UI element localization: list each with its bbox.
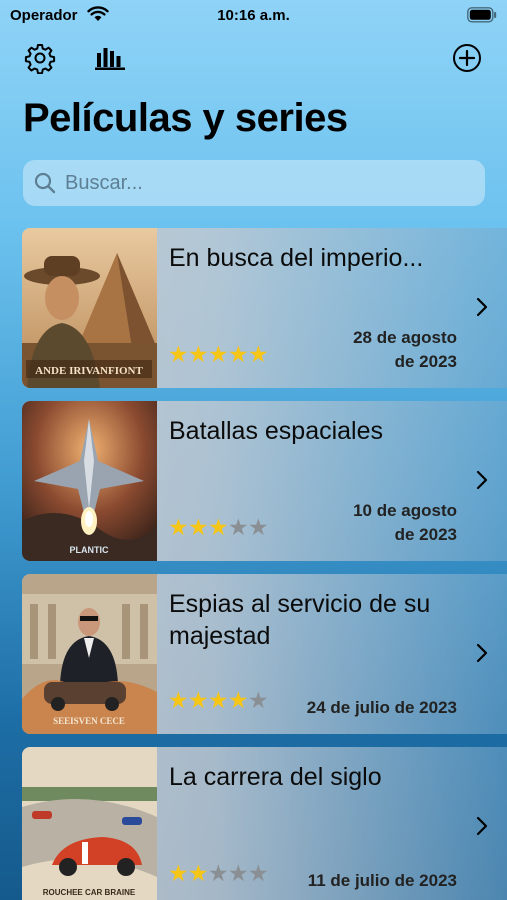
poster-image: ANDE IRIVANFIONT — [22, 228, 157, 388]
star-filled-icon: ★ — [208, 514, 229, 540]
settings-button[interactable] — [22, 40, 58, 76]
star-empty-icon: ★ — [208, 860, 229, 886]
list-item[interactable]: SEEISVEN CECE Espias al servicio de su m… — [22, 574, 507, 734]
star-filled-icon: ★ — [168, 341, 189, 367]
item-date-line: 28 de agosto — [353, 328, 457, 347]
battery-icon — [467, 7, 497, 28]
star-empty-icon: ★ — [228, 514, 249, 540]
poster-title: SEEISVEN CECE — [53, 716, 125, 726]
item-date-line: de 2023 — [394, 525, 457, 544]
star-rating: ★ ★ ★ ★ ★ — [168, 514, 269, 540]
star-rating: ★ ★ ★ ★ ★ — [168, 341, 269, 367]
item-date-line: 10 de agosto — [353, 501, 457, 520]
poster-image: ROUCHEE CAR BRAINE — [22, 747, 157, 900]
poster-title: ROUCHEE CAR BRAINE — [43, 888, 136, 897]
item-title: Espias al servicio de su majestad — [169, 590, 431, 650]
star-empty-icon: ★ — [228, 860, 249, 886]
star-empty-icon: ★ — [248, 860, 269, 886]
star-filled-icon: ★ — [188, 341, 209, 367]
star-filled-icon: ★ — [228, 687, 249, 713]
item-date-line: 11 de julio de 2023 — [307, 871, 457, 890]
plus-circle-icon — [453, 44, 481, 72]
star-rating: ★ ★ ★ ★ ★ — [168, 860, 269, 886]
search-icon — [34, 172, 56, 194]
poster-image: PLANTIC — [22, 401, 157, 561]
item-title: En busca del imperio... — [169, 244, 424, 272]
star-filled-icon: ★ — [228, 341, 249, 367]
item-date: 11 de julio de 2023 — [308, 869, 457, 893]
chevron-right-icon — [476, 297, 488, 317]
item-title: La carrera del siglo — [169, 763, 382, 791]
add-button[interactable] — [449, 40, 485, 76]
list-item[interactable]: ROUCHEE CAR BRAINE La carrera del siglo … — [22, 747, 507, 900]
star-filled-icon: ★ — [168, 687, 189, 713]
poster-image: SEEISVEN CECE — [22, 574, 157, 734]
chevron-right-icon — [476, 643, 488, 663]
media-list: ANDE IRIVANFIONT En busca del imperio...… — [22, 228, 507, 900]
star-filled-icon: ★ — [188, 687, 209, 713]
list-item[interactable]: ANDE IRIVANFIONT En busca del imperio...… — [22, 228, 507, 388]
item-title: Batallas espaciales — [169, 417, 384, 445]
poster-title: PLANTIC — [70, 545, 109, 555]
stats-button[interactable] — [92, 40, 128, 76]
toolbar — [0, 40, 507, 76]
star-filled-icon: ★ — [208, 341, 229, 367]
chevron-right-icon — [476, 470, 488, 490]
star-filled-icon: ★ — [188, 514, 209, 540]
poster-title: ANDE IRIVANFIONT — [35, 365, 143, 377]
search-bar[interactable] — [23, 160, 485, 206]
status-bar: Operador 10:16 a.m. — [0, 0, 507, 32]
item-date-line: de 2023 — [394, 352, 457, 371]
star-filled-icon: ★ — [248, 341, 269, 367]
star-empty-icon: ★ — [248, 514, 269, 540]
star-filled-icon: ★ — [208, 687, 229, 713]
item-date: 28 de agosto de 2023 — [353, 326, 457, 374]
star-filled-icon: ★ — [168, 514, 189, 540]
star-filled-icon: ★ — [168, 860, 189, 886]
star-filled-icon: ★ — [188, 860, 209, 886]
item-date: 10 de agosto de 2023 — [353, 499, 457, 547]
item-date-line: 24 de julio de 2023 — [306, 698, 457, 717]
item-date: 24 de julio de 2023 — [307, 696, 457, 720]
gear-icon — [24, 44, 56, 74]
chart-bars-icon — [95, 48, 125, 70]
status-time: 10:16 a.m. — [217, 7, 290, 24]
star-rating: ★ ★ ★ ★ ★ — [168, 687, 269, 713]
page-title: Películas y series — [23, 96, 348, 140]
search-input[interactable] — [65, 171, 465, 195]
list-item[interactable]: PLANTIC Batallas espaciales ★ ★ ★ ★ ★ 10 de … — [22, 401, 507, 561]
star-empty-icon: ★ — [248, 687, 269, 713]
chevron-right-icon — [476, 816, 488, 836]
